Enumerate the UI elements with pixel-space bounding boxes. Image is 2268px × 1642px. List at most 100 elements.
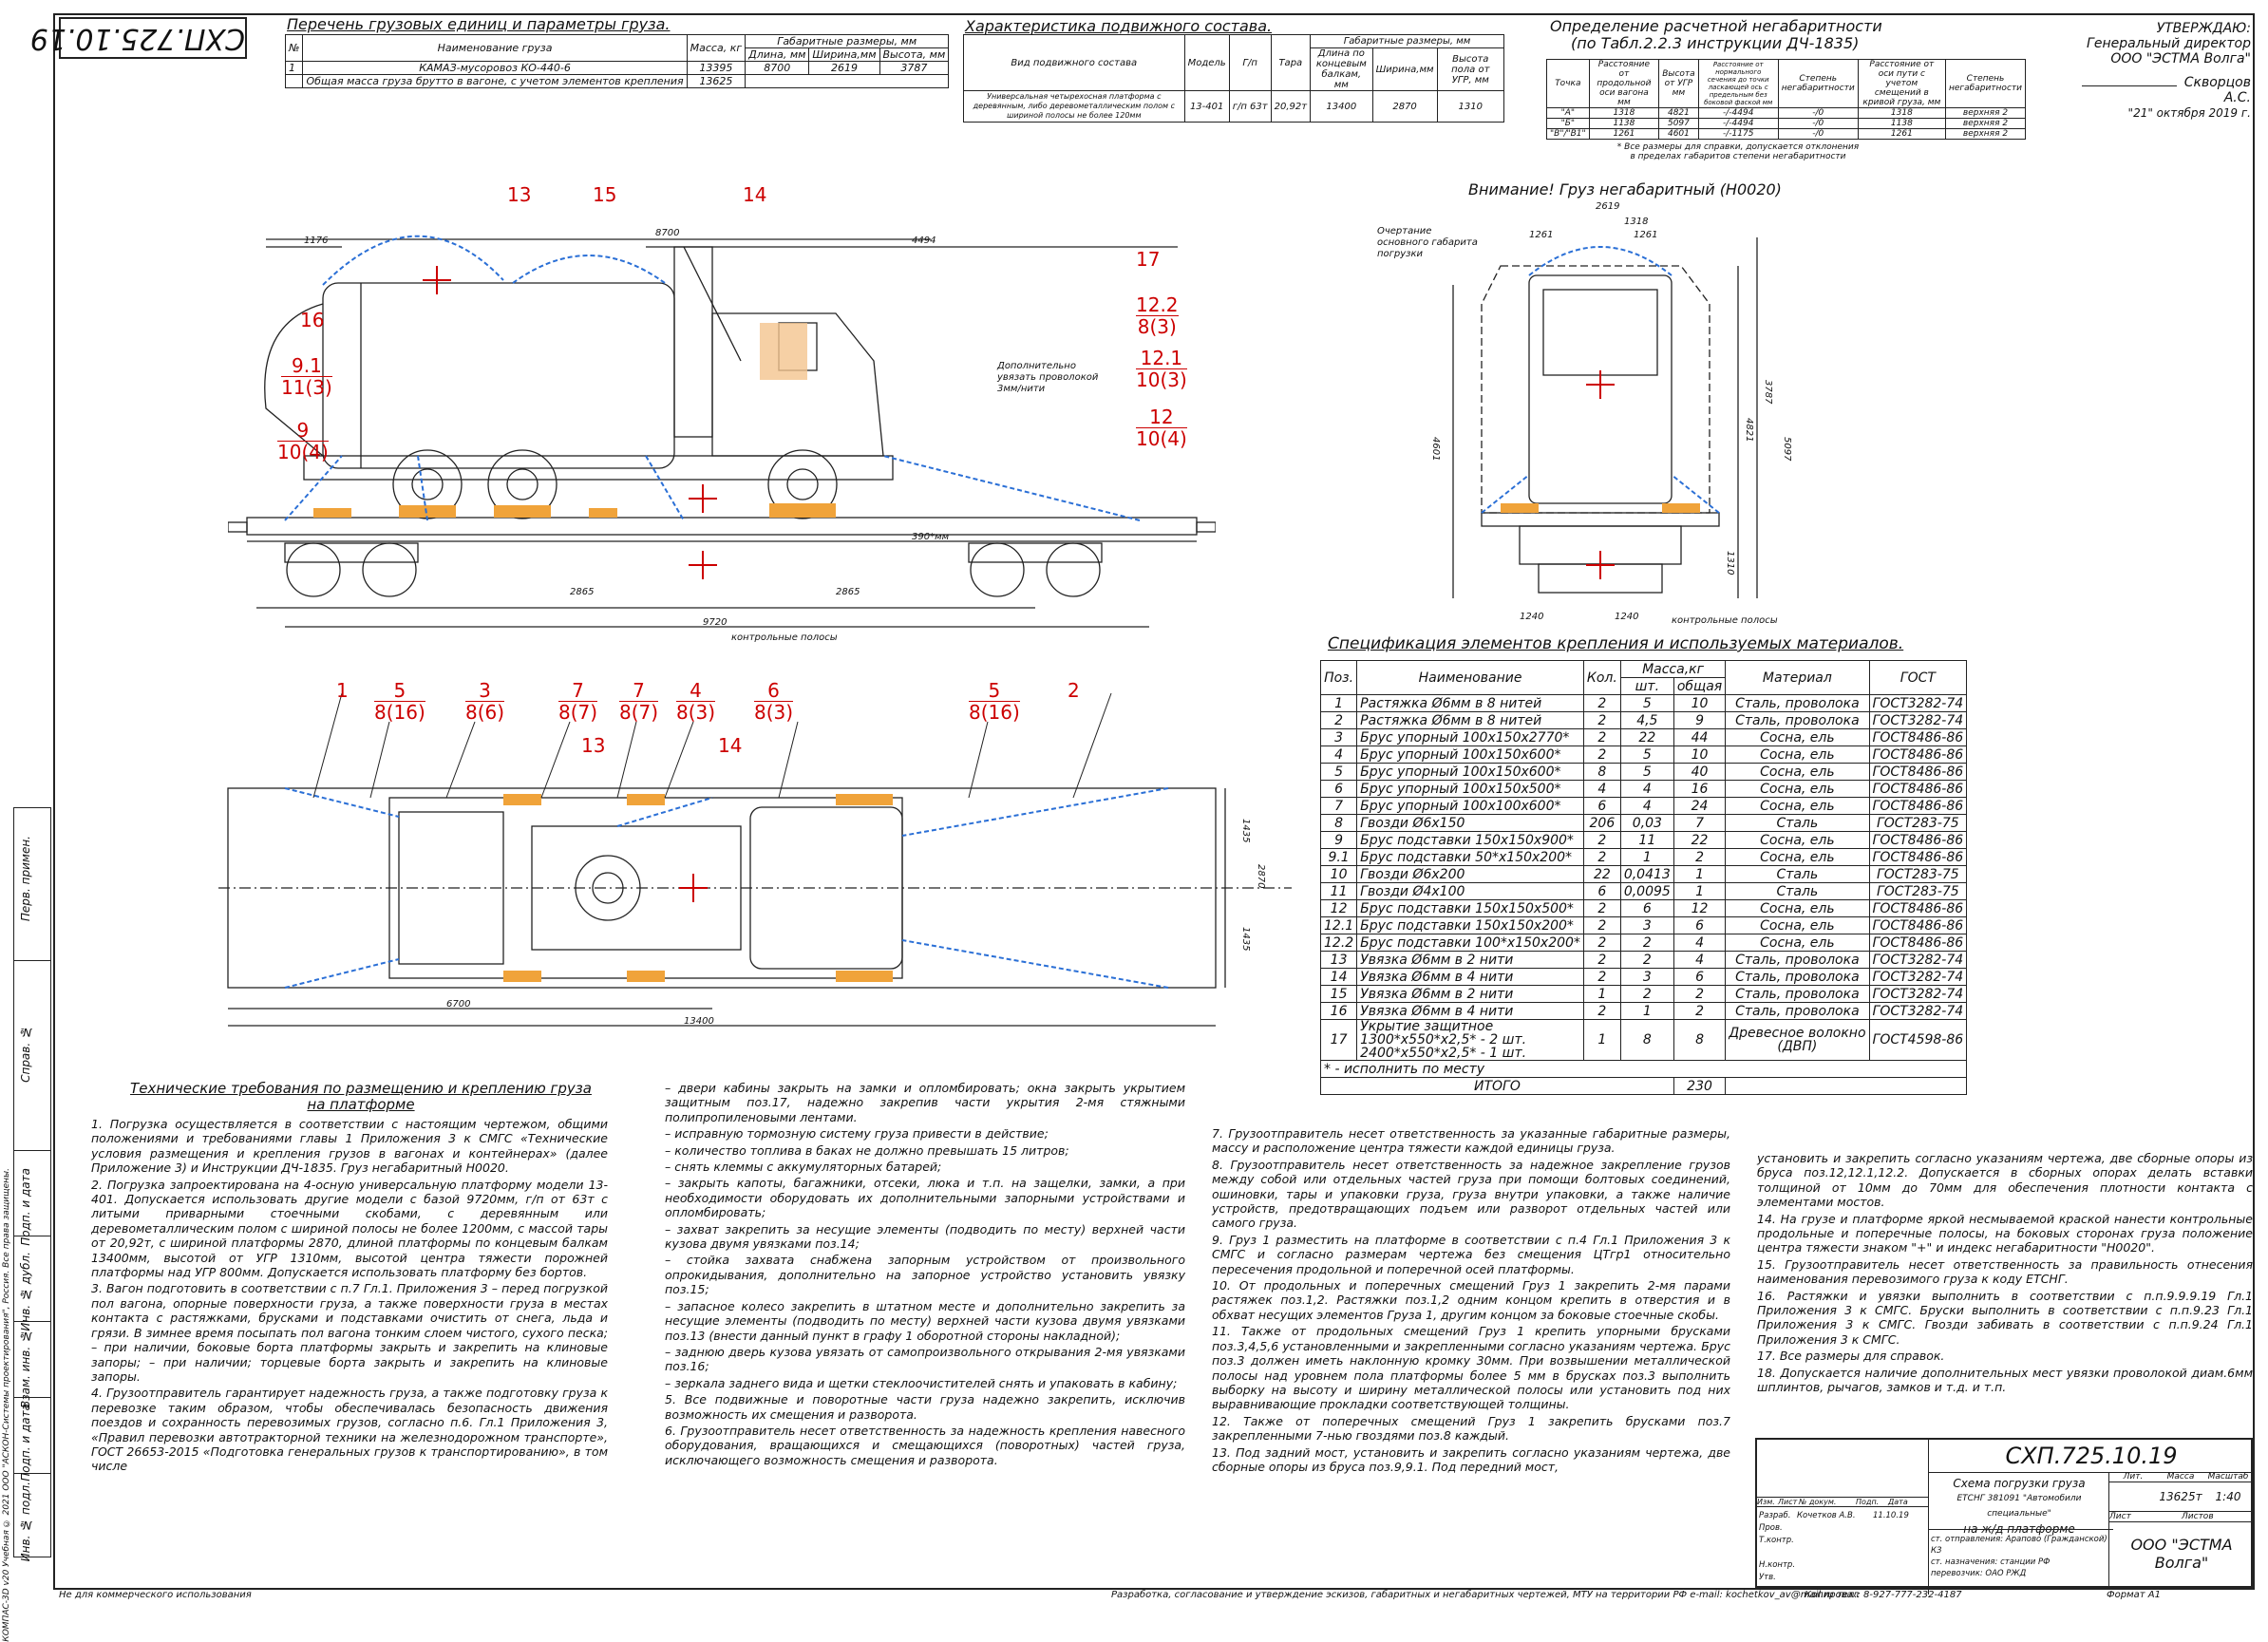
wagon-cell: г/п 63т [1228,90,1272,123]
tech-paragraph: 4. Грузоотправитель гарантирует надежнос… [91,1386,608,1474]
spec-cell: 4 [1582,780,1621,798]
spec-cell: 2 [1582,968,1621,986]
callout-4: 4 8(3) [676,679,716,724]
spec-cell: 3 [1319,728,1358,746]
gab-cell: "Б" [1546,118,1590,129]
spec-cell: 4 [1673,934,1727,952]
dim-label: 13400 [684,1016,714,1027]
spec-cell: 14 [1319,968,1358,986]
dim-label: 390*мм [912,532,950,542]
spec-cell: Сосна, ель [1725,728,1870,746]
table-row: 12.1 Брус подставки 150х150х200* 2 3 6 Сосна,… [1319,916,1968,934]
spec-cell: ГОСТ3282-74 [1868,951,1968,969]
spec-cell: ГОСТ8486-86 [1868,746,1968,764]
cargo-cell: Общая масса груза брутто в вагоне, с уче… [302,74,688,88]
tech-paragraph: – закрыть капоты, багажники, отсеки, люк… [665,1176,1185,1220]
tb-role: Т.контр. [1759,1536,1794,1545]
spec-h-name: Наименование [1356,660,1584,695]
spec-cell: 1 [1582,1019,1621,1061]
tech-col-3: 7. Грузоотправитель несет ответственност… [1212,1126,1730,1476]
spec-cell: Древесное волокно [1729,1026,1866,1041]
spec-cell: 2 [1673,985,1727,1003]
spec-cell: Брус подставки 150х150х500* [1356,899,1584,917]
wagon-h-wid: Ширина,мм [1371,47,1438,91]
dim-label: 2865 [570,587,595,597]
spec-cell: 0,0095 [1619,882,1674,900]
tech-paragraph: 5. Все подвижные и поворотные части груз… [665,1392,1185,1422]
gab-cell: "А" [1546,107,1590,119]
spec-cell: 206 [1582,814,1621,832]
spec-cell: ГОСТ8486-86 [1868,728,1968,746]
spec-h-mat: Материал [1725,660,1870,695]
spec-cell: 2400*х550*х2,5* - 1 шт. [1360,1046,1527,1061]
approval-block: УТВЕРЖДАЮ: Генеральный директор ООО "ЭСТ… [2070,21,2251,121]
callout-17: 17 [1136,248,1161,271]
tb-h: Изм. [1757,1498,1775,1506]
tech-paragraph: – двери кабины закрыть на замки и опломб… [665,1081,1185,1124]
spec-cell: ГОСТ283-75 [1868,865,1968,883]
spec-cell: 2 [1582,848,1621,866]
gab-cell: -/-4494 [1697,107,1779,119]
dim-label: 4494 [912,236,936,246]
gab-h: Точка [1546,59,1590,108]
dim-label: 1435 [1240,819,1251,843]
table-row: 12.2 Брус подставки 100*х150х200* 2 2 4 Сосна… [1319,934,1968,952]
spec-h-mass: Масса,кг [1619,660,1727,678]
callout-9: 9 10(4) [277,419,329,463]
side-label-inv-orig: Инв. № подл. [19,1482,32,1562]
table-row: 11 Гвозди Ø4х100 6 0,0095 1 Сталь ГОСТ283-75 [1319,882,1968,900]
spec-cell: Сосна, ель [1725,780,1870,798]
approve-line: УТВЕРЖДАЮ: [2156,21,2251,36]
gab-h: Расстояние от нормального сечения до точ… [1697,59,1779,108]
spec-cell: 2 [1582,728,1621,746]
spec-total-value: 230 [1673,1077,1727,1095]
cargo-h-dims: Габаритные размеры, мм [745,34,950,48]
tb-code: СХП.725.10.19 [1928,1440,2254,1473]
gab-h: Степень негабаритности [1777,59,1859,108]
spec-cell: 6 [1619,899,1674,917]
tech-paragraph: 1. Погрузка осуществляется в соответстви… [91,1117,608,1176]
callout-6: 6 8(3) [754,679,794,724]
spec-cell: Брус упорный 100х150х600* [1356,746,1584,764]
gab-h: Степень негабаритности [1945,59,2026,108]
wagon-h-gab: Габаритные размеры, мм [1310,34,1504,48]
gab-cell: 1261 [1588,128,1660,140]
tb-h: Лит. [2123,1472,2144,1482]
spec-cell: Брус упорный 100х150х2770* [1356,728,1584,746]
spec-cell: 2 [1582,951,1621,969]
gab-cell: 4821 [1658,107,1699,119]
approve-signer: Скворцов А.С. [2183,75,2251,105]
tb-name: Схема погрузки груза [1953,1477,2086,1490]
cargo-h-mass: Масса, кг [686,34,747,62]
spec-cell: Сосна, ель [1725,848,1870,866]
tech-paragraph: 16. Растяжки и увязки выполнить в соотве… [1757,1288,2253,1347]
spec-cell: ГОСТ3282-74 [1868,711,1968,729]
gab-cell: верхняя 2 [1945,128,2026,140]
cargo-cell [284,74,304,88]
spec-cell: 5 [1619,694,1674,712]
table-row: 12 Брус подставки 150х150х500* 2 6 12 Сосна, … [1319,899,1968,917]
tb-role: Утв. [1759,1573,1776,1582]
approve-line: ООО "ЭСТМА Волга" [2110,51,2251,66]
spec-cell: 6 [1319,780,1358,798]
spec-cell: 11 [1619,831,1674,849]
gab-cell: 1261 [1857,128,1947,140]
spec-cell: Сосна, ель [1725,831,1870,849]
spec-cell: Брус упорный 100х150х600* [1356,763,1584,781]
table-row: 14 Увязка Ø6мм в 4 нити 2 3 6 Сталь, проволок… [1319,968,1968,986]
spec-cell: 13 [1319,951,1358,969]
spec-cell: Укрытие защитное [1360,1019,1494,1034]
dim-label: 1261 [1529,230,1554,240]
gab-title-2: (по Табл.2.2.3 инструкции ДЧ-1835) [1571,34,1860,52]
spec-cell: ГОСТ4598-86 [1868,1019,1968,1061]
tb-person: Кочетков А.В. [1797,1511,1856,1520]
cargo-h-name: Наименование груза [302,34,688,62]
dim-label: 4821 [1744,418,1754,443]
spec-cell: 16 [1673,780,1727,798]
cargo-cell: 3787 [879,61,950,75]
tech-paragraph: 17. Все размеры для справок. [1757,1349,1945,1364]
table-row: 8 Гвозди Ø6х150 206 0,03 7 Сталь ГОСТ283-75 [1319,814,1968,832]
spec-cell: 2 [1582,746,1621,764]
spec-cell: 7 [1673,814,1727,832]
tb-h: Дата [1888,1498,1908,1506]
